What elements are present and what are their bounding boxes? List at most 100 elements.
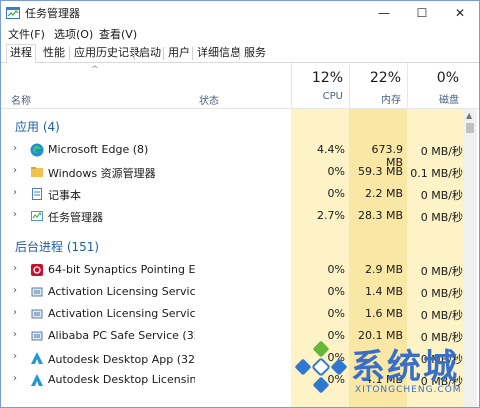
memory-value: 28.3 MB xyxy=(357,209,403,222)
process-name: Activation Licensing Service xyxy=(48,285,195,298)
tab-separator xyxy=(134,47,135,60)
column-memory[interactable]: 22% 内存 xyxy=(349,63,407,108)
expand-chevron-icon[interactable]: › xyxy=(13,209,17,220)
cpu-value: 0% xyxy=(327,165,345,178)
menu-view[interactable]: 查看(V) xyxy=(99,26,137,42)
cpu-value: 0% xyxy=(327,187,345,200)
memory-label: 内存 xyxy=(381,95,401,106)
group-background: 后台进程 (151) xyxy=(15,240,100,254)
autodesk-icon xyxy=(31,374,43,386)
disk-value: 0 MB/秒 xyxy=(420,265,463,278)
tab-strip: 进程 性能 应用历史记录 启动 用户 详细信息 服务 xyxy=(1,43,479,63)
tab-performance[interactable]: 性能 xyxy=(40,45,68,62)
expand-chevron-icon[interactable]: › xyxy=(13,285,17,296)
disk-value: 0 MB/秒 xyxy=(420,287,463,300)
task-manager-window: 任务管理器 — ☐ ✕ 文件(F) 选项(O) 查看(V) 进程 性能 应用历史… xyxy=(0,0,480,408)
process-name: Autodesk Desktop Licensing ... xyxy=(48,373,195,386)
tab-separator xyxy=(239,47,240,60)
maximize-button[interactable]: ☐ xyxy=(403,1,441,25)
edge-icon xyxy=(30,143,44,157)
taskmgr-icon xyxy=(31,211,43,221)
scroll-thumb[interactable] xyxy=(466,123,474,133)
table-row[interactable]: › Activation Licensing Service 0% 1.4 MB… xyxy=(1,281,463,303)
watermark: 系统城 XITONGCHENG.COM xyxy=(293,339,479,407)
service-icon xyxy=(31,309,43,319)
process-name: 记事本 xyxy=(48,189,81,202)
tab-app-history[interactable]: 应用历史记录 xyxy=(71,45,143,62)
task-manager-app-icon xyxy=(6,7,20,19)
memory-value: 2.2 MB xyxy=(364,187,403,200)
tab-separator xyxy=(192,47,193,60)
process-name: Alibaba PC Safe Service (32 ... xyxy=(48,329,195,342)
disk-value: 0 MB/秒 xyxy=(420,145,463,158)
expand-chevron-icon[interactable]: › xyxy=(13,263,17,274)
memory-value: 2.9 MB xyxy=(364,263,403,276)
autodesk-icon xyxy=(31,352,43,364)
expand-chevron-icon[interactable]: › xyxy=(13,165,17,176)
tab-separator xyxy=(163,47,164,60)
column-name[interactable]: 名称 xyxy=(11,92,31,107)
process-name: 64-bit Synaptics Pointing Enh... xyxy=(48,263,195,276)
synaptics-icon xyxy=(31,264,43,276)
table-row[interactable]: › 任务管理器 2.7% 28.3 MB 0 MB/秒 xyxy=(1,205,463,227)
service-icon xyxy=(31,287,43,297)
process-name: Windows 资源管理器 xyxy=(48,167,156,180)
tab-startup[interactable]: 启动 xyxy=(136,45,164,62)
expand-chevron-icon[interactable]: › xyxy=(13,351,17,362)
tab-services[interactable]: 服务 xyxy=(241,45,269,62)
process-name: Autodesk Desktop App (32 位) xyxy=(48,353,195,366)
expand-chevron-icon[interactable]: › xyxy=(13,307,17,318)
disk-value: 0.1 MB/秒 xyxy=(410,167,463,180)
disk-label: 磁盘 xyxy=(439,95,459,106)
disk-value: 0 MB/秒 xyxy=(420,211,463,224)
scroll-up-icon[interactable]: ▲ xyxy=(466,111,472,120)
sort-arrow-icon: ^ xyxy=(91,65,99,75)
table-row[interactable]: › Windows 资源管理器 0% 59.3 MB 0.1 MB/秒 xyxy=(1,161,463,183)
group-apps: 应用 (4) xyxy=(15,120,60,134)
cpu-value: 0% xyxy=(327,307,345,320)
column-cpu[interactable]: 12% CPU xyxy=(291,63,349,108)
watermark-logo-icon xyxy=(295,341,347,393)
watermark-text: 系统城 xyxy=(351,347,459,387)
disk-value: 0 MB/秒 xyxy=(420,309,463,322)
minimize-button[interactable]: — xyxy=(365,1,403,25)
column-status[interactable]: 状态 xyxy=(199,92,219,107)
column-header: ^ 名称 状态 12% CPU 22% 内存 0% 磁盘 xyxy=(1,63,479,109)
disk-total: 0% xyxy=(436,70,459,86)
table-row[interactable]: › Microsoft Edge (8) 4.4% 673.9 MB 0 MB/… xyxy=(1,139,463,169)
memory-value: 1.6 MB xyxy=(364,307,403,320)
process-name: 任务管理器 xyxy=(48,211,103,224)
expand-chevron-icon[interactable]: › xyxy=(13,143,17,154)
cpu-value: 2.7% xyxy=(317,209,345,222)
expand-chevron-icon[interactable]: › xyxy=(13,329,17,340)
memory-total: 22% xyxy=(369,70,401,86)
service-icon xyxy=(31,331,43,341)
cpu-value: 4.4% xyxy=(317,143,345,156)
table-row[interactable]: › Activation Licensing Service (... 0% 1… xyxy=(1,303,463,325)
memory-value: 59.3 MB xyxy=(357,165,403,178)
cpu-value: 0% xyxy=(327,285,345,298)
process-name: Activation Licensing Service (... xyxy=(48,307,195,320)
tab-users[interactable]: 用户 xyxy=(165,45,193,62)
menu-file[interactable]: 文件(F) xyxy=(8,26,45,42)
column-disk[interactable]: 0% 磁盘 xyxy=(407,63,465,108)
expand-chevron-icon[interactable]: › xyxy=(13,187,17,198)
window-title: 任务管理器 xyxy=(25,7,80,20)
cpu-total: 12% xyxy=(311,70,343,86)
cpu-label: CPU xyxy=(322,91,343,102)
table-row[interactable]: › 64-bit Synaptics Pointing Enh... 0% 2.… xyxy=(1,259,463,281)
memory-value: 1.4 MB xyxy=(364,285,403,298)
notepad-icon xyxy=(32,188,42,200)
cpu-value: 0% xyxy=(327,263,345,276)
tab-processes[interactable]: 进程 xyxy=(6,44,36,63)
disk-value: 0 MB/秒 xyxy=(420,189,463,202)
table-row[interactable]: › 记事本 0% 2.2 MB 0 MB/秒 xyxy=(1,183,463,205)
tab-details[interactable]: 详细信息 xyxy=(194,45,244,62)
watermark-url: XITONGCHENG.COM xyxy=(355,385,462,395)
expand-chevron-icon[interactable]: › xyxy=(13,373,17,384)
title-bar: 任务管理器 — ☐ ✕ xyxy=(1,1,479,25)
close-button[interactable]: ✕ xyxy=(441,1,479,25)
folder-icon xyxy=(31,167,43,177)
menu-options[interactable]: 选项(O) xyxy=(54,26,93,42)
tab-separator xyxy=(69,47,70,60)
